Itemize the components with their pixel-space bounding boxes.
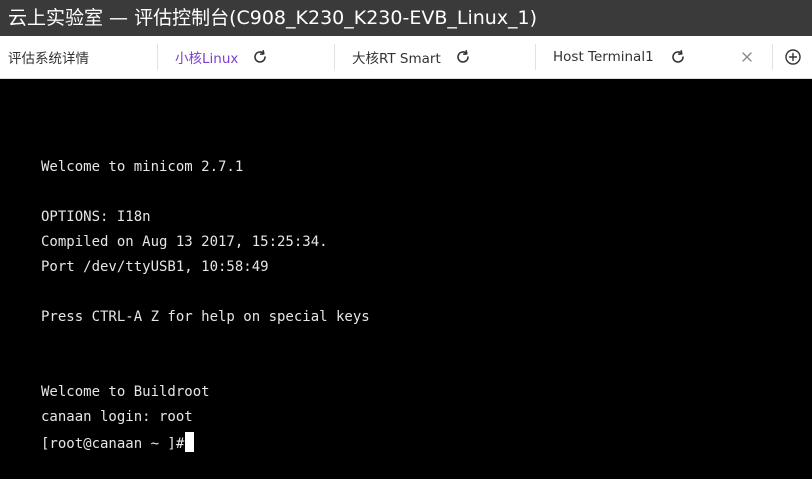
- terminal-output[interactable]: Welcome to minicom 2.7.1 OPTIONS: I18n C…: [0, 79, 812, 479]
- tab-divider: [334, 44, 335, 70]
- window-title: 云上实验室 — 评估控制台(C908_K230_K230-EVB_Linux_1…: [0, 0, 812, 36]
- tab-system-details[interactable]: 评估系统详情: [8, 36, 156, 78]
- tab-big-core-rt-smart[interactable]: 大核RT Smart: [352, 36, 534, 78]
- tab-divider: [157, 44, 158, 70]
- terminal-line: Welcome to Buildroot: [41, 384, 210, 400]
- tab-little-core-linux[interactable]: 小核Linux: [175, 36, 333, 78]
- refresh-icon[interactable]: [453, 47, 473, 67]
- terminal-prompt-line: [root@canaan ~ ]#: [41, 432, 195, 453]
- tab-label: 小核Linux: [175, 51, 239, 67]
- terminal-line: Welcome to minicom 2.7.1: [41, 159, 244, 175]
- terminal-prompt: [root@canaan ~ ]#: [41, 436, 185, 452]
- add-tab-icon[interactable]: [783, 47, 803, 67]
- tab-label: 评估系统详情: [8, 51, 89, 67]
- tab-divider: [535, 44, 536, 70]
- terminal-line: Compiled on Aug 13 2017, 15:25:34.: [41, 234, 328, 250]
- terminal-line: canaan login: root: [41, 409, 193, 425]
- terminal-cursor: [185, 432, 195, 452]
- tab-label: Host Terminal1: [553, 49, 654, 65]
- refresh-icon[interactable]: [668, 47, 688, 67]
- tab-bar: 评估系统详情 小核Linux 大核RT Smart Host Terminal1: [0, 36, 812, 79]
- terminal-line: Press CTRL-A Z for help on special keys: [41, 309, 370, 325]
- terminal-line: Port /dev/ttyUSB1, 10:58:49: [41, 259, 269, 275]
- tab-host-terminal[interactable]: Host Terminal1: [553, 36, 763, 78]
- terminal-line: OPTIONS: I18n: [41, 209, 151, 225]
- tab-label: 大核RT Smart: [352, 51, 441, 67]
- refresh-icon[interactable]: [250, 47, 270, 67]
- tab-divider: [772, 44, 773, 70]
- close-icon[interactable]: [737, 47, 757, 67]
